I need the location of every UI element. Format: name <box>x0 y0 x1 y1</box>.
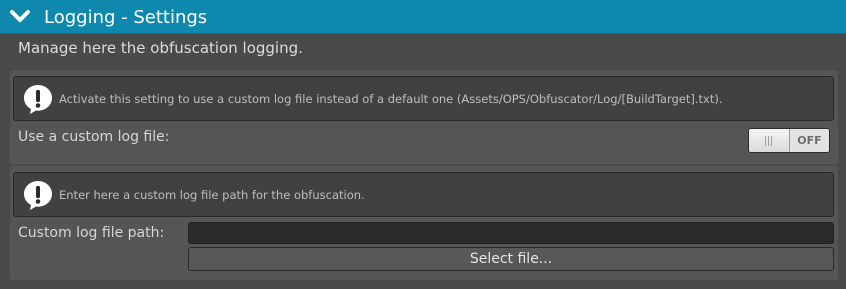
logging-settings-window: Logging - Settings Manage here the obfus… <box>0 0 846 289</box>
chevron-down-icon[interactable] <box>9 9 31 25</box>
select-file-button[interactable]: Select file... <box>188 247 834 271</box>
log-path-label: Custom log file path: <box>18 225 165 241</box>
grip-icon <box>765 136 773 146</box>
custom-log-help-box: Activate this setting to use a custom lo… <box>13 76 834 121</box>
toggle-state-label: OFF <box>790 129 829 152</box>
custom-log-label: Use a custom log file: <box>18 129 170 145</box>
exclamation-speech-bubble-icon <box>24 181 52 210</box>
custom-log-panel: Activate this setting to use a custom lo… <box>10 70 838 164</box>
log-path-help-box: Enter here a custom log file path for th… <box>13 172 834 217</box>
toggle-knob[interactable] <box>749 129 790 152</box>
log-path-input[interactable] <box>188 222 834 244</box>
custom-log-help-text: Activate this setting to use a custom lo… <box>59 92 723 106</box>
exclamation-speech-bubble-icon <box>24 85 52 114</box>
section-header[interactable]: Logging - Settings <box>0 0 846 34</box>
log-path-panel: Enter here a custom log file path for th… <box>10 166 838 280</box>
log-path-help-text: Enter here a custom log file path for th… <box>59 188 365 202</box>
section-description: Manage here the obfuscation logging. <box>18 39 303 57</box>
custom-log-toggle[interactable]: OFF <box>748 128 830 153</box>
section-title: Logging - Settings <box>44 7 208 28</box>
